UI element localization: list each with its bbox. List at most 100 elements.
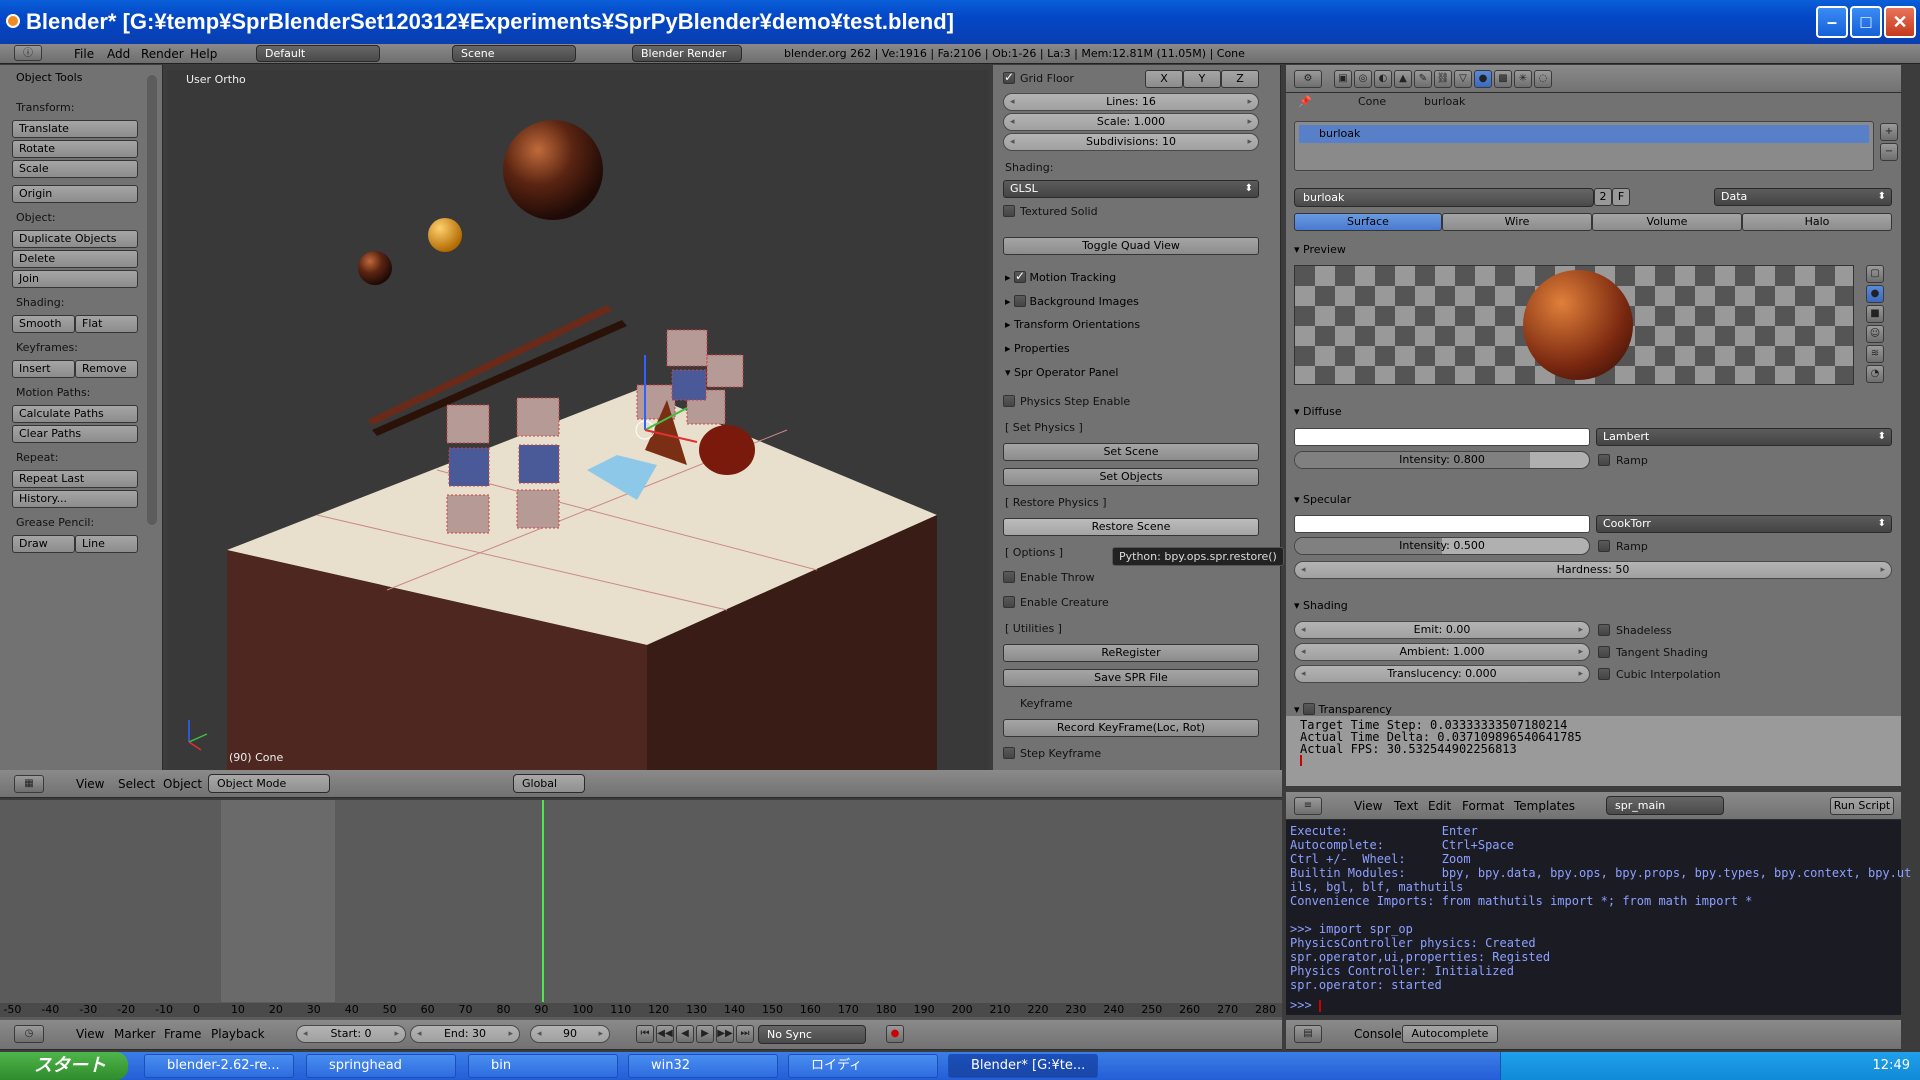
current-frame-field[interactable]: 90	[530, 1025, 610, 1043]
set-scene-button[interactable]: Set Scene	[1003, 443, 1259, 461]
specular-intensity-slider[interactable]: Intensity: 0.500	[1294, 537, 1590, 555]
toggle-quad-view-button[interactable]: Toggle Quad View	[1003, 237, 1259, 255]
timeline[interactable]: -50 -40 -30 -20 -10 0 10 20 30 40 50 60 70 80 90 100 110…	[0, 800, 1282, 1033]
data-tab-icon[interactable]: ▽	[1454, 70, 1472, 88]
editor-type-icon[interactable]: ▤	[1294, 1025, 1322, 1043]
text-edit-menu[interactable]: Edit	[1428, 799, 1451, 813]
autocomplete-button[interactable]: Autocomplete	[1402, 1025, 1498, 1043]
menu-file[interactable]: File	[74, 47, 94, 61]
tangent-shading-checkbox[interactable]	[1598, 646, 1610, 658]
grid-lines-field[interactable]: Lines: 16	[1003, 93, 1259, 111]
timeline-playback-menu[interactable]: Playback	[211, 1027, 265, 1041]
jump-start-icon[interactable]: ⏮	[636, 1025, 654, 1043]
text-templates-menu[interactable]: Templates	[1514, 799, 1575, 813]
shading-select[interactable]: GLSL	[1003, 180, 1259, 198]
frame-ruler[interactable]: -50 -40 -30 -20 -10 0 10 20 30 40 50 60 70 80 90 100 110…	[0, 1003, 1282, 1017]
material-name-field[interactable]: burloak	[1294, 188, 1594, 207]
tab-wire[interactable]: Wire	[1442, 213, 1592, 231]
task-roidy[interactable]: ロイディ	[788, 1054, 938, 1078]
repeat-last-button[interactable]: Repeat Last	[12, 470, 138, 488]
tab-volume[interactable]: Volume	[1592, 213, 1742, 231]
emit-field[interactable]: Emit: 0.00	[1294, 621, 1590, 639]
save-spr-file-button[interactable]: Save SPR File	[1003, 669, 1259, 687]
script-name-field[interactable]: spr_main	[1606, 796, 1724, 815]
smooth-button[interactable]: Smooth	[12, 315, 75, 333]
editor-type-icon[interactable]: ▦	[14, 775, 44, 793]
text-view-menu[interactable]: View	[1354, 799, 1382, 813]
join-button[interactable]: Join	[12, 270, 138, 288]
select-menu[interactable]: Select	[118, 777, 155, 791]
play-icon[interactable]: ▶	[696, 1025, 714, 1043]
material-tab-icon[interactable]: ●	[1474, 70, 1492, 88]
play-reverse-icon[interactable]: ◀	[676, 1025, 694, 1043]
fake-user-button[interactable]: F	[1612, 188, 1630, 206]
render-tab-icon[interactable]: ▣	[1334, 70, 1352, 88]
pin-icon[interactable]: 📌	[1298, 95, 1312, 108]
specular-color-swatch[interactable]	[1294, 515, 1590, 533]
python-console[interactable]: Execute: Enter Autocomplete: Ctrl+Space Ct…	[1286, 820, 1911, 1015]
text-format-menu[interactable]: Format	[1462, 799, 1504, 813]
console-menu[interactable]: Console	[1354, 1027, 1402, 1041]
text-text-menu[interactable]: Text	[1394, 799, 1418, 813]
spr-operator-panel-header[interactable]: ▾ Spr Operator Panel	[1005, 366, 1118, 379]
reregister-button[interactable]: ReRegister	[1003, 644, 1259, 662]
axis-z-toggle[interactable]: Z	[1221, 70, 1259, 88]
sync-select[interactable]: No Sync	[758, 1025, 866, 1044]
editor-type-icon[interactable]: ◷	[14, 1025, 44, 1043]
material-users-count[interactable]: 2	[1594, 188, 1612, 206]
scene-tab-icon[interactable]: ◎	[1354, 70, 1372, 88]
link-select[interactable]: Data	[1714, 188, 1892, 206]
object-menu[interactable]: Object	[163, 777, 202, 791]
background-images-checkbox[interactable]	[1014, 295, 1027, 307]
transform-orientations-header[interactable]: ▸ Transform Orientations	[1005, 318, 1140, 331]
playhead[interactable]	[542, 800, 545, 1002]
rotate-button[interactable]: Rotate	[12, 140, 138, 158]
breadcrumb-cone[interactable]: Cone	[1358, 95, 1386, 108]
view-menu[interactable]: View	[76, 777, 104, 791]
preview-header[interactable]: ▾ Preview	[1294, 243, 1346, 256]
task-springhead[interactable]: springhead	[306, 1054, 456, 1078]
draw-button[interactable]: Draw	[12, 535, 75, 553]
next-keyframe-icon[interactable]: ▶▶	[716, 1025, 734, 1043]
history-button[interactable]: History...	[12, 490, 138, 508]
axis-y-toggle[interactable]: Y	[1183, 70, 1221, 88]
diffuse-color-swatch[interactable]	[1294, 428, 1590, 446]
specular-header[interactable]: ▾ Specular	[1294, 493, 1351, 506]
transparency-checkbox[interactable]	[1303, 703, 1316, 715]
jump-end-icon[interactable]: ⏭	[736, 1025, 754, 1043]
preview-hair-icon[interactable]: ≋	[1866, 345, 1884, 363]
scene-selector[interactable]: Scene	[452, 45, 576, 62]
material-slot-list[interactable]: burloak	[1294, 121, 1874, 171]
task-blender[interactable]: Blender* [G:¥te...	[948, 1054, 1098, 1078]
remove-slot-icon[interactable]: −	[1880, 143, 1898, 161]
object-tab-icon[interactable]: ▲	[1394, 70, 1412, 88]
close-button[interactable]: ✕	[1884, 6, 1916, 38]
physics-step-checkbox[interactable]	[1003, 395, 1015, 407]
modifiers-tab-icon[interactable]: ✎	[1414, 70, 1432, 88]
set-objects-button[interactable]: Set Objects	[1003, 468, 1259, 486]
run-script-button[interactable]: Run Script	[1830, 797, 1894, 815]
calculate-paths-button[interactable]: Calculate Paths	[12, 405, 138, 423]
restore-scene-button[interactable]: Restore Scene	[1003, 518, 1259, 536]
add-slot-icon[interactable]: +	[1880, 123, 1898, 141]
preview-sky-icon[interactable]: ◔	[1866, 365, 1884, 383]
translucency-field[interactable]: Translucency: 0.000	[1294, 665, 1590, 683]
particles-tab-icon[interactable]: ✳	[1514, 70, 1532, 88]
transparency-header[interactable]: ▾ Transparency	[1294, 701, 1392, 716]
diffuse-header[interactable]: ▾ Diffuse	[1294, 405, 1342, 418]
3d-viewport[interactable]: User Ortho (90) Cone	[167, 70, 989, 770]
editor-type-icon[interactable]: ≡	[1294, 797, 1322, 815]
preview-flat-icon[interactable]: ▢	[1866, 265, 1884, 283]
enable-throw-checkbox[interactable]	[1003, 571, 1015, 583]
insert-keyframe-button[interactable]: Insert	[12, 360, 75, 378]
maximize-button[interactable]: □	[1850, 6, 1882, 38]
tool-shelf-header[interactable]: Object Tools	[16, 71, 82, 84]
orientation-select[interactable]: Global	[513, 774, 585, 793]
world-tab-icon[interactable]: ◐	[1374, 70, 1392, 88]
enable-creature-checkbox[interactable]	[1003, 596, 1015, 608]
breadcrumb-material[interactable]: burloak	[1424, 95, 1465, 108]
editor-type-icon[interactable]: ⚙	[1294, 70, 1322, 88]
delete-button[interactable]: Delete	[12, 250, 138, 268]
constraints-tab-icon[interactable]: ⛓	[1434, 70, 1452, 88]
grid-scale-field[interactable]: Scale: 1.000	[1003, 113, 1259, 131]
